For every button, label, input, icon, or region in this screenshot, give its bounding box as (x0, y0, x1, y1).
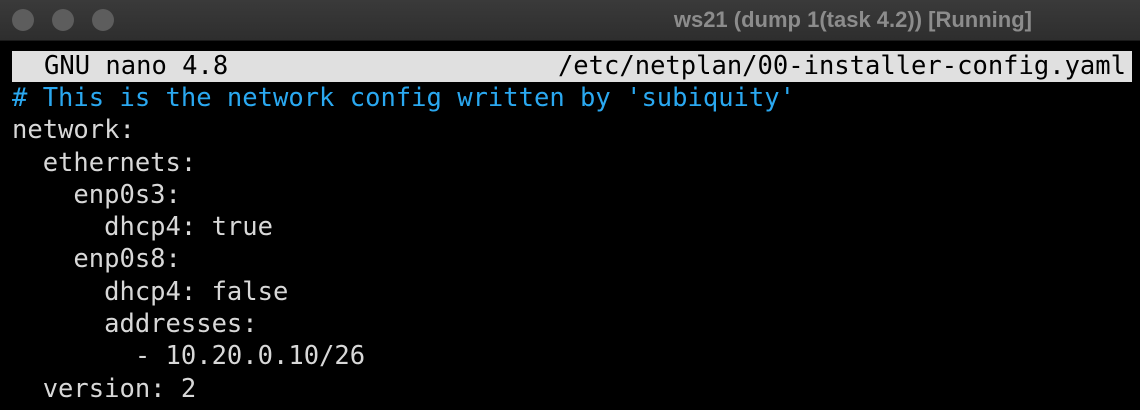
file-line[interactable]: - 10.20.0.10/26 (12, 340, 1132, 372)
file-line-comment[interactable]: # This is the network config written by … (12, 82, 1132, 114)
window-title: ws21 (dump 1(task 4.2)) [Running] (673, 7, 1032, 32)
nano-version: GNU nano 4.8 (44, 51, 229, 81)
minimize-button[interactable] (52, 9, 74, 31)
file-line[interactable]: network: (12, 114, 1132, 146)
file-line[interactable]: enp0s3: (12, 179, 1132, 211)
terminal-screen[interactable]: GNU nano 4.8 /etc/netplan/00-installer-c… (0, 41, 1140, 410)
window-titlebar[interactable]: ws21 (dump 1(task 4.2)) [Running] (0, 0, 1140, 41)
file-line[interactable]: ethernets: (12, 147, 1132, 179)
file-line[interactable]: version: 2 (12, 373, 1132, 405)
file-line[interactable]: enp0s8: (12, 243, 1132, 275)
editor-buffer[interactable]: # This is the network config written by … (12, 82, 1132, 405)
close-button[interactable] (12, 9, 34, 31)
maximize-button[interactable] (92, 9, 114, 31)
file-line[interactable]: dhcp4: false (12, 276, 1132, 308)
nano-filename: /etc/netplan/00-installer-config.yaml (557, 51, 1126, 81)
file-line[interactable]: dhcp4: true (12, 211, 1132, 243)
nano-title-bar: GNU nano 4.8 /etc/netplan/00-installer-c… (12, 51, 1132, 82)
vm-window: ws21 (dump 1(task 4.2)) [Running] GNU na… (0, 0, 1140, 410)
file-line[interactable]: addresses: (12, 308, 1132, 340)
